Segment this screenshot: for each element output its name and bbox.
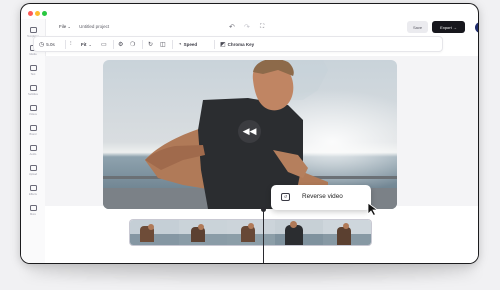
duration-value: 5.0s: [46, 42, 55, 47]
flip-tool[interactable]: ◫: [160, 40, 166, 49]
template-icon: [29, 27, 37, 33]
reverse-video-button[interactable]: ↺ Reverse video: [271, 185, 371, 210]
top-header: File ⌄ Untitled project ↶ ↷ ⛶ Save Expor…: [45, 19, 478, 36]
sidebar-item-label: Brand: [29, 133, 37, 136]
clip-thumbnail: [179, 220, 227, 245]
crop-tool[interactable]: ▭: [101, 40, 107, 49]
sidebar-item-label: Videos: [29, 113, 37, 116]
split-tool[interactable]: ⫶: [70, 40, 72, 49]
mouse-cursor-icon: [367, 202, 379, 216]
fit-value: Fit: [81, 42, 87, 47]
minimize-window-button[interactable]: [35, 11, 40, 16]
sidebar-item-subtitles[interactable]: Subtitles: [21, 85, 45, 103]
file-menu[interactable]: File: [59, 24, 66, 29]
duration-control[interactable]: ◷ 5.0s: [39, 40, 55, 49]
undo-icon[interactable]: ↶: [229, 24, 235, 31]
playhead[interactable]: [263, 209, 264, 263]
window-shadow: [26, 264, 476, 278]
left-sidebar: Templates Media Text Subtitles Videos Br…: [21, 19, 46, 263]
adjust-icon: ⚙: [118, 42, 124, 48]
upload-icon: [29, 165, 37, 171]
close-window-button[interactable]: [28, 11, 33, 16]
brand-icon: [29, 125, 37, 131]
playhead-handle[interactable]: [261, 207, 266, 212]
effects-icon: [29, 185, 37, 191]
flip-icon: ◫: [160, 42, 166, 48]
text-icon: [29, 65, 37, 71]
save-button[interactable]: Save: [407, 21, 428, 33]
reverse-icon: ↺: [281, 193, 290, 201]
speed-label: Speed: [183, 42, 198, 47]
filters-icon: ❍: [130, 42, 136, 48]
avatar[interactable]: [475, 22, 478, 33]
fullscreen-icon[interactable]: ⛶: [260, 24, 264, 31]
clip-thumbnail: [323, 220, 371, 245]
chevron-down-icon[interactable]: ⌄: [68, 24, 71, 29]
rotate-icon: ↻: [148, 42, 154, 48]
rotate-tool[interactable]: ↻: [148, 40, 153, 49]
speed-button[interactable]: ◔ Speed: [178, 40, 197, 49]
video-clip-track[interactable]: [130, 220, 371, 245]
sidebar-item-text[interactable]: Text: [21, 65, 45, 83]
redo-icon[interactable]: ↷: [244, 24, 250, 31]
reverse-video-label: Reverse video: [302, 193, 343, 200]
video-icon: [29, 105, 37, 111]
sidebar-item-videos[interactable]: Videos: [21, 105, 45, 123]
music-icon: [29, 145, 37, 151]
sidebar-item-upload[interactable]: Upload: [21, 165, 45, 183]
sidebar-item-label: Effects: [29, 193, 37, 196]
fit-dropdown[interactable]: Fit ⌄: [81, 40, 92, 49]
chevron-down-icon: ⌄: [88, 42, 92, 47]
rewind-play-button[interactable]: ◀◀: [238, 120, 261, 143]
split-icon: ⫶: [70, 41, 72, 47]
rewind-icon: ◀◀: [242, 126, 257, 136]
sidebar-item-brand[interactable]: Brand: [21, 125, 45, 143]
sidebar-item-label: More: [30, 213, 36, 216]
sidebar-item-label: Audio: [29, 153, 37, 156]
arrow-right-icon: →: [452, 24, 457, 30]
speedometer-icon: ◔: [178, 41, 182, 48]
clock-icon: ◷: [39, 42, 45, 48]
editing-toolbar: ◷ 5.0s ⫶ Fit ⌄ ▭ ⚙ ❍ ↻ ◫ ◔ Speed ◩ Chrom…: [33, 36, 443, 52]
crop-icon: ▭: [101, 42, 107, 48]
sidebar-item-label: Media: [29, 53, 37, 56]
sidebar-item-effects[interactable]: Effects: [21, 185, 45, 203]
sidebar-item-more[interactable]: More: [21, 205, 45, 223]
subtitles-icon: [29, 85, 37, 91]
filters-tool[interactable]: ❍: [130, 40, 135, 49]
chroma-key-icon: ◩: [220, 42, 226, 48]
clip-thumbnail: [227, 220, 275, 245]
clip-thumbnail: [130, 220, 179, 245]
sidebar-item-label: Upload: [28, 173, 38, 176]
export-button[interactable]: Export →: [432, 21, 465, 33]
chroma-key-button[interactable]: ◩ Chroma Key: [220, 40, 254, 49]
sidebar-item-label: Text: [30, 73, 36, 76]
sidebar-item-label: Subtitles: [28, 93, 38, 96]
chroma-key-label: Chroma Key: [227, 42, 255, 47]
maximize-window-button[interactable]: [42, 11, 47, 16]
sidebar-item-audio[interactable]: Audio: [21, 145, 45, 163]
more-icon: [29, 205, 37, 211]
clip-thumbnail: [275, 220, 323, 245]
adjust-tool[interactable]: ⚙: [118, 40, 123, 49]
export-button-label: Export: [440, 24, 452, 30]
project-name[interactable]: Untitled project: [79, 24, 109, 29]
